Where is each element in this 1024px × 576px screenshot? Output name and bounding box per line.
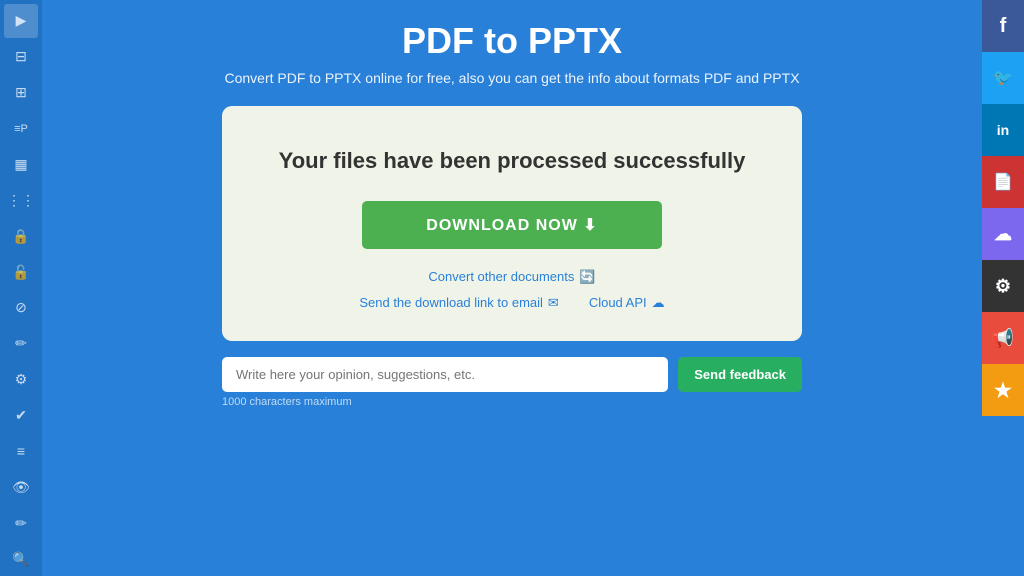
card-links-row: Send the download link to email ✉ Cloud … — [359, 295, 664, 311]
sidebar-icon-pen[interactable]: ✏ — [4, 506, 38, 540]
feedback-hint: 1000 characters maximum — [222, 396, 802, 408]
sidebar-icon-list[interactable]: ≡ — [4, 435, 38, 469]
left-sidebar: ▶ ⊟ ⊞ ≡P ▦ ⋮⋮ 🔒 🔓 ⊘ ✏ ⚙ ✔ ≡ 👁 ✏ 🔍 — [0, 0, 42, 576]
facebook-icon: f — [1000, 15, 1007, 38]
linkedin-button[interactable]: in — [982, 104, 1024, 156]
page-subtitle: Convert PDF to PPTX online for free, als… — [224, 70, 799, 86]
cloud-api-icon: ☁ — [652, 295, 665, 311]
github-icon: ⚙ — [995, 276, 1011, 297]
sidebar-icon-table[interactable]: ▦ — [4, 148, 38, 182]
twitter-button[interactable]: 🐦 — [982, 52, 1024, 104]
twitter-icon: 🐦 — [993, 68, 1013, 88]
download-label: DOWNLOAD NOW ⬇ — [426, 215, 597, 235]
facebook-button[interactable]: f — [982, 0, 1024, 52]
sidebar-icon-edit[interactable]: ✏ — [4, 327, 38, 361]
convert-other-label: Convert other documents — [428, 269, 574, 284]
sidebar-icon-minus[interactable]: ⊟ — [4, 40, 38, 74]
main-content: PDF to PPTX Convert PDF to PPTX online f… — [42, 0, 982, 576]
sidebar-icon-extract[interactable]: ⊘ — [4, 291, 38, 325]
cloud-icon: ☁ — [994, 224, 1012, 245]
announce-icon: 📢 — [992, 328, 1014, 349]
email-link[interactable]: Send the download link to email ✉ — [359, 295, 558, 311]
sidebar-icon-dots[interactable]: ⋮⋮ — [4, 183, 38, 217]
announce-button[interactable]: 📢 — [982, 312, 1024, 364]
pdf-icon: 📄 — [993, 172, 1013, 192]
card-links: Convert other documents 🔄 Send the downl… — [359, 269, 664, 311]
cloud-api-link[interactable]: Cloud API ☁ — [589, 295, 665, 311]
feedback-area: Send feedback — [222, 357, 802, 392]
email-label: Send the download link to email — [359, 295, 543, 310]
sidebar-icon-check[interactable]: ✔ — [4, 399, 38, 433]
sidebar-icon-settings[interactable]: ⚙ — [4, 363, 38, 397]
star-button[interactable]: ★ — [982, 364, 1024, 416]
sidebar-icon-lock[interactable]: 🔒 — [4, 219, 38, 253]
success-message: Your files have been processed successfu… — [279, 146, 746, 177]
star-icon: ★ — [994, 378, 1012, 403]
cloud-button[interactable]: ☁ — [982, 208, 1024, 260]
page-title: PDF to PPTX — [402, 20, 622, 62]
sidebar-icon-unlock[interactable]: 🔓 — [4, 255, 38, 289]
right-sidebar: f 🐦 in 📄 ☁ ⚙ 📢 ★ — [982, 0, 1024, 576]
sidebar-icon-forward[interactable]: ▶ — [4, 4, 38, 38]
download-button[interactable]: DOWNLOAD NOW ⬇ — [362, 201, 662, 249]
sidebar-icon-grid[interactable]: ⊞ — [4, 76, 38, 110]
feedback-button-label: Send feedback — [694, 367, 786, 382]
result-card: Your files have been processed successfu… — [222, 106, 802, 341]
linkedin-icon: in — [997, 122, 1009, 138]
feedback-button[interactable]: Send feedback — [678, 357, 802, 392]
convert-other-link[interactable]: Convert other documents 🔄 — [428, 269, 595, 285]
pdf-button[interactable]: 📄 — [982, 156, 1024, 208]
refresh-icon: 🔄 — [579, 269, 595, 285]
feedback-input[interactable] — [222, 357, 668, 392]
email-icon: ✉ — [548, 295, 559, 311]
github-button[interactable]: ⚙ — [982, 260, 1024, 312]
sidebar-icon-search[interactable]: 🔍 — [4, 542, 38, 576]
sidebar-icon-text[interactable]: ≡P — [4, 112, 38, 146]
cloud-api-label: Cloud API — [589, 295, 647, 310]
sidebar-icon-eye[interactable]: 👁 — [4, 470, 38, 504]
